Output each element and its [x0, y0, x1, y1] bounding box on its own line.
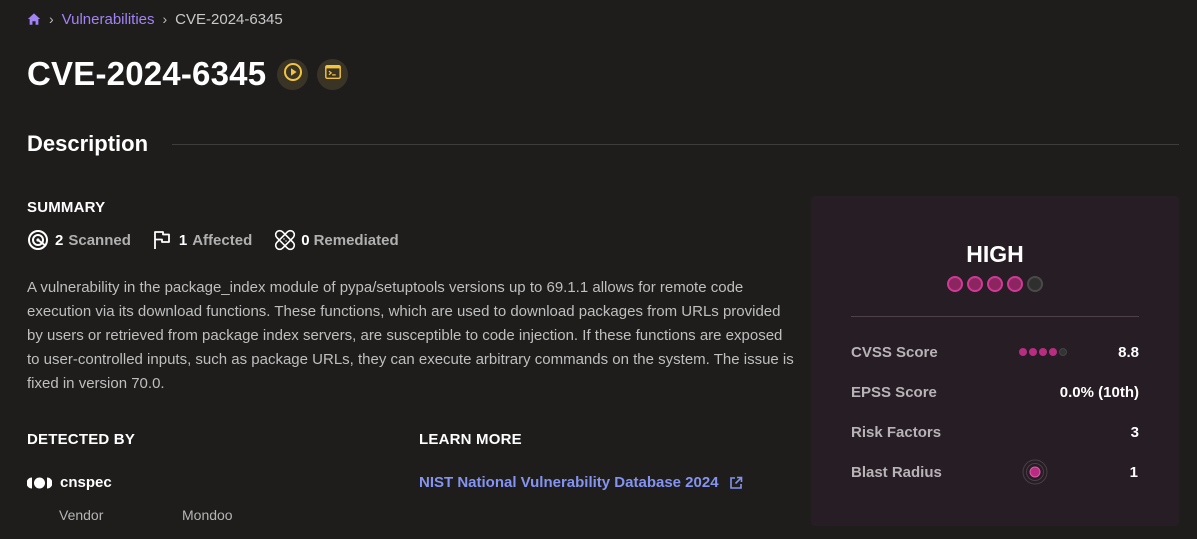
- detector-name: cnspec: [60, 474, 112, 491]
- title-row: CVE-2024-6345: [27, 54, 349, 94]
- cvss-rating-dots: [1019, 348, 1069, 356]
- stat-scanned[interactable]: 2 Scanned: [27, 229, 131, 251]
- radar-icon: [27, 229, 49, 251]
- blast-radius-icon: [1022, 459, 1048, 485]
- detected-by-label: DETECTED BY: [27, 431, 136, 448]
- section-title: Description: [27, 131, 149, 156]
- bandage-icon: [272, 227, 298, 253]
- external-link-icon: [729, 476, 743, 490]
- section-divider: [172, 143, 1179, 145]
- page-title: CVE-2024-6345: [27, 55, 267, 92]
- rating-dot: [1049, 348, 1057, 356]
- metric-label: Blast Radius: [851, 463, 942, 481]
- vulnerability-description: A vulnerability in the package_index mod…: [27, 279, 794, 392]
- link-text: NIST National Vulnerability Database 202…: [419, 474, 719, 491]
- stat-label: Remediated: [313, 231, 399, 249]
- severity-level: HIGH: [966, 241, 1024, 267]
- detector-cnspec: cnspec: [26, 474, 112, 491]
- breadcrumb-separator: ›: [49, 11, 54, 27]
- rating-dot: [1007, 276, 1023, 292]
- rating-dot: [967, 276, 983, 292]
- stat-affected[interactable]: 1 Affected: [151, 229, 252, 251]
- description-section-heading: Description: [27, 131, 1179, 157]
- rating-dot: [1027, 276, 1043, 292]
- breadcrumb: › Vulnerabilities › CVE-2024-6345: [27, 9, 283, 29]
- metric-blast-radius: Blast Radius 1: [851, 459, 1139, 485]
- metric-label: CVSS Score: [851, 343, 938, 361]
- vendor-value: Mondoo: [182, 507, 233, 523]
- play-circle-icon: [283, 62, 303, 87]
- flag-icon: [151, 229, 173, 251]
- vendor-key: Vendor: [59, 507, 104, 523]
- stat-label: Affected: [192, 231, 253, 249]
- metric-label: EPSS Score: [851, 383, 937, 401]
- nist-nvd-link[interactable]: NIST National Vulnerability Database 202…: [419, 474, 743, 491]
- home-icon[interactable]: [27, 12, 41, 26]
- metric-risk-factors: Risk Factors 3: [851, 422, 1139, 442]
- terminal-button[interactable]: [317, 58, 349, 90]
- stat-count: 2: [55, 231, 64, 249]
- rating-dot: [987, 276, 1003, 292]
- breadcrumb-separator: ›: [162, 11, 168, 27]
- detector-vendor-row: Vendor Mondoo: [59, 507, 233, 523]
- metric-value: 3: [1130, 423, 1139, 441]
- summary-label: SUMMARY: [27, 199, 106, 216]
- stat-count: 1: [178, 231, 188, 249]
- severity-card: HIGH CVSS Score 8.8 EPSS Score 0.0% (10t…: [811, 196, 1179, 526]
- summary-stats: 2 Scanned 1 Affected 0 Remediated: [27, 228, 419, 252]
- metric-value: 1: [1129, 463, 1138, 481]
- breadcrumb-vulnerabilities-link[interactable]: Vulnerabilities: [62, 11, 155, 28]
- vulnerability-page: › Vulnerabilities › CVE-2024-6345 CVE-20…: [0, 0, 1197, 539]
- severity-rating-dots: [811, 276, 1179, 292]
- learn-more-label: LEARN MORE: [419, 431, 522, 448]
- metric-epss-score: EPSS Score 0.0% (10th): [851, 382, 1139, 402]
- terminal-icon: [324, 63, 342, 86]
- rating-dot: [1039, 348, 1047, 356]
- stat-count: 0: [301, 231, 310, 249]
- run-check-button[interactable]: [277, 58, 309, 90]
- stat-label: Scanned: [68, 231, 131, 249]
- metric-label: Risk Factors: [851, 423, 942, 441]
- metric-value: 0.0% (10th): [1059, 383, 1139, 401]
- stat-remediated[interactable]: 0 Remediated: [272, 227, 399, 253]
- card-divider: [851, 316, 1139, 317]
- breadcrumb-current: CVE-2024-6345: [175, 10, 283, 28]
- rating-dot: [1029, 348, 1037, 356]
- metric-value: 8.8: [1118, 343, 1139, 361]
- rating-dot: [1019, 348, 1027, 356]
- metric-cvss-score: CVSS Score 8.8: [851, 342, 1139, 362]
- rating-dot: [1059, 348, 1067, 356]
- cnspec-logo-icon: [26, 476, 53, 490]
- rating-dot: [947, 276, 963, 292]
